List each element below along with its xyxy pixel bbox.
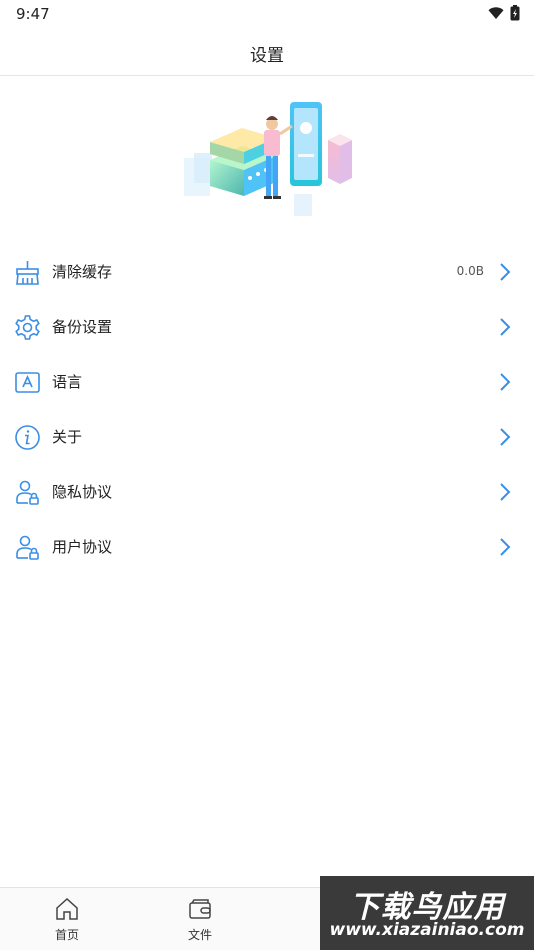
info-icon <box>15 425 40 450</box>
chevron-right-icon <box>500 428 511 446</box>
chevron-right-icon <box>500 483 511 501</box>
chevron-right-icon <box>500 373 511 391</box>
chevron-right-icon <box>500 538 511 556</box>
settings-item-label: 备份设置 <box>52 318 113 336</box>
home-icon <box>56 897 78 920</box>
status-bar: 9:47 <box>0 0 534 28</box>
page-title: 设置 <box>250 46 284 66</box>
tab-label: 文件 <box>187 928 212 942</box>
chevron-right-icon <box>500 263 511 281</box>
settings-item-label: 清除缓存 <box>52 263 113 281</box>
settings-item-language[interactable]: 语言 <box>0 355 534 410</box>
user-lock-icon <box>16 535 39 560</box>
settings-item-backup[interactable]: 备份设置 <box>0 300 534 355</box>
status-icons <box>488 5 520 21</box>
app-header: 设置 <box>0 28 534 76</box>
wallet-icon <box>189 899 211 919</box>
watermark: 下载鸟应用 www.xiazainiao.com <box>320 876 534 950</box>
broom-icon <box>16 261 39 285</box>
user-lock-icon <box>16 480 39 505</box>
status-time: 9:47 <box>16 5 50 23</box>
battery-icon <box>510 5 520 21</box>
wifi-icon <box>488 7 504 19</box>
settings-item-label: 隐私协议 <box>52 483 113 501</box>
settings-item-about[interactable]: 关于 <box>0 410 534 465</box>
settings-item-label: 用户协议 <box>52 538 113 556</box>
settings-item-label: 语言 <box>52 373 83 391</box>
settings-item-clear-cache[interactable]: 清除缓存 0.0B <box>0 245 534 300</box>
settings-item-privacy[interactable]: 隐私协议 <box>0 465 534 520</box>
settings-item-user-agreement[interactable]: 用户协议 <box>0 520 534 575</box>
settings-item-label: 关于 <box>52 428 83 446</box>
hero-illustration <box>184 102 352 216</box>
gear-icon <box>15 315 40 340</box>
tab-files[interactable]: 文件 <box>160 888 240 950</box>
settings-list: 清除缓存 0.0B 备份设置 语言 关于 隐私协议 用户协议 <box>0 245 534 575</box>
tab-label: 首页 <box>54 928 79 942</box>
cache-size-value: 0.0B <box>456 264 484 278</box>
chevron-right-icon <box>500 318 511 336</box>
tab-home[interactable]: 首页 <box>27 888 107 950</box>
language-icon <box>15 372 40 393</box>
watermark-url-text: www.xiazainiao.com <box>329 920 525 940</box>
